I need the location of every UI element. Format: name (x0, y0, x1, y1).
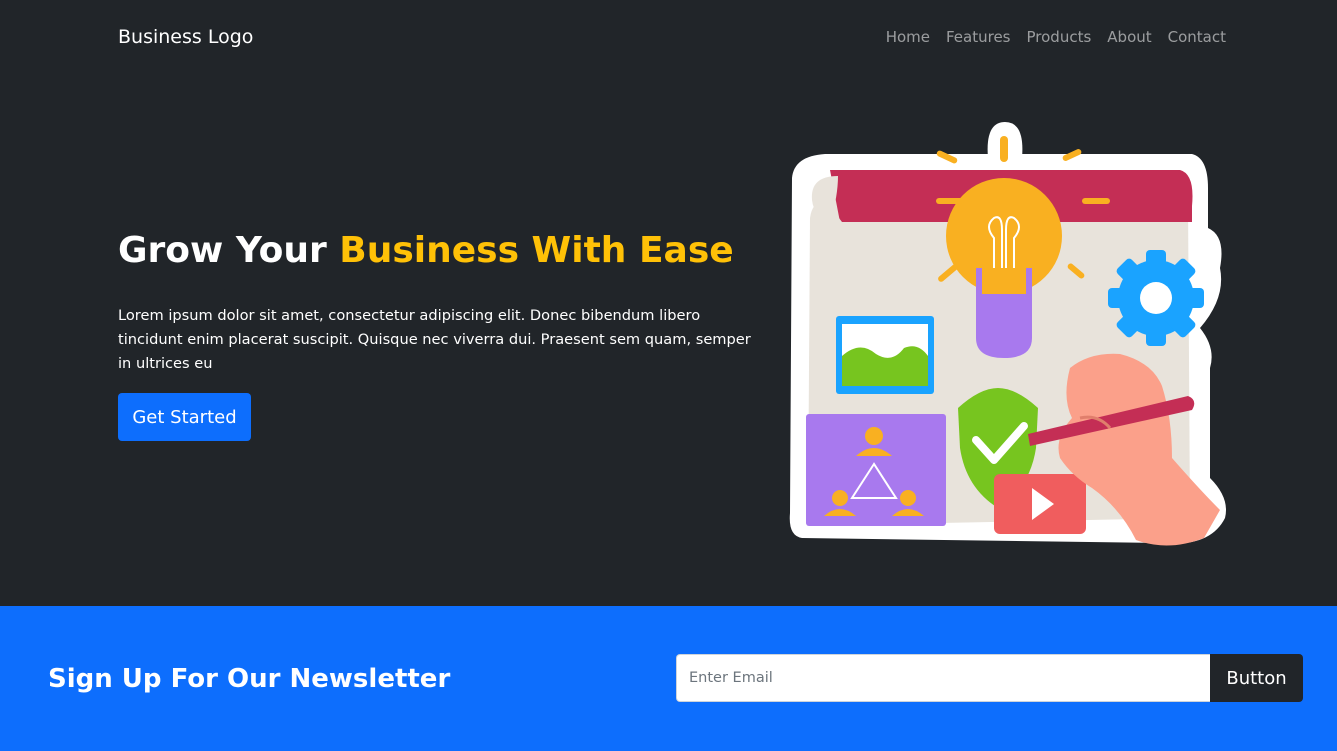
image-icon (836, 316, 934, 394)
hero-section: Grow Your Business With Ease Lorem ipsum… (0, 74, 1337, 606)
hero-description: Lorem ipsum dolor sit amet, consectetur … (118, 307, 751, 372)
hero-title-accent: Business With Ease (339, 230, 734, 271)
nav-links: Home Features Products About Contact (886, 26, 1226, 48)
hero-title-plain: Grow Your (118, 230, 327, 271)
nav-link-features[interactable]: Features (946, 26, 1011, 48)
nav-link-products[interactable]: Products (1027, 26, 1092, 48)
newsletter-submit-button[interactable]: Button (1210, 654, 1303, 702)
business-ideas-illustration (789, 122, 1226, 546)
gear-icon (1108, 250, 1204, 346)
video-play-icon (994, 474, 1086, 534)
nav-link-about[interactable]: About (1107, 26, 1151, 48)
nav-link-home[interactable]: Home (886, 26, 930, 48)
brand-logo[interactable]: Business Logo (118, 24, 253, 50)
get-started-button[interactable]: Get Started (118, 393, 251, 441)
tab-mark-icon (1000, 136, 1008, 162)
email-input[interactable] (676, 654, 1210, 702)
navbar: Business Logo Home Features Products Abo… (0, 0, 1337, 74)
newsletter-heading: Sign Up For Our Newsletter (48, 664, 451, 694)
nav-link-contact[interactable]: Contact (1168, 26, 1226, 48)
newsletter-section: Sign Up For Our Newsletter Button (0, 606, 1337, 751)
hero-title: Grow Your Business With Ease (118, 224, 734, 278)
team-network-icon (806, 414, 946, 526)
